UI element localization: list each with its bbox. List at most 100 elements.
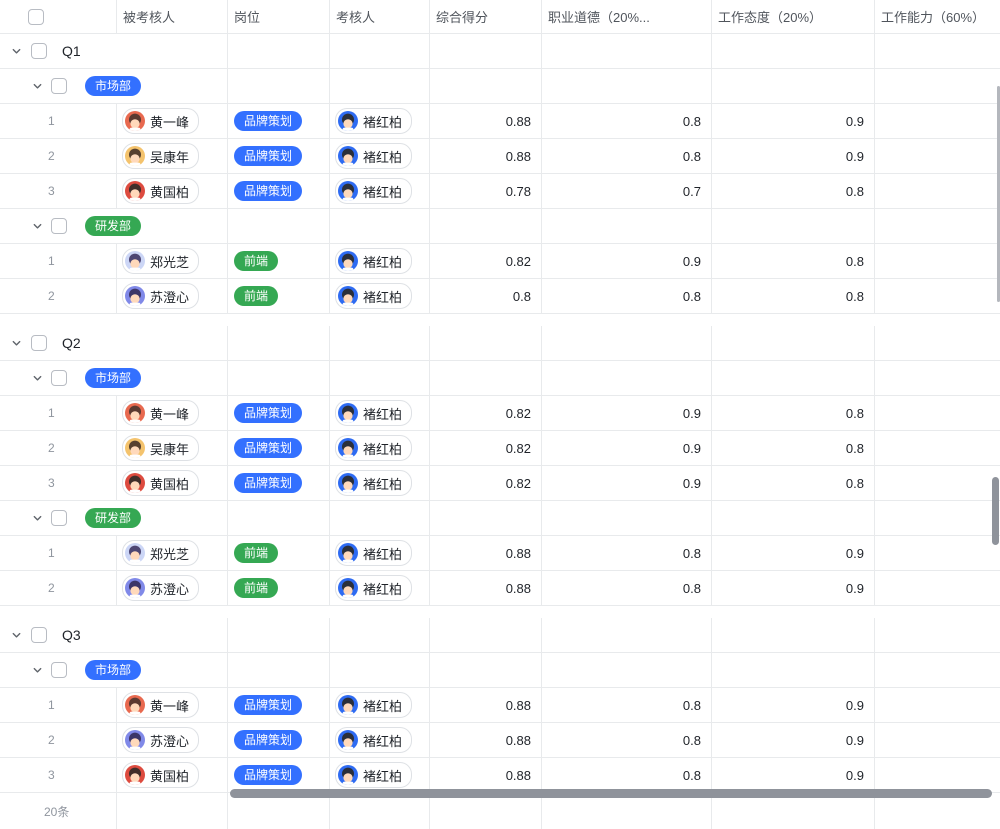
- subgroup-checkbox[interactable]: [51, 218, 67, 234]
- attitude-cell[interactable]: 0.8: [712, 466, 875, 500]
- person-cell[interactable]: 黄国柏: [117, 174, 228, 208]
- person-cell[interactable]: 黄国柏: [117, 758, 228, 792]
- ethics-cell[interactable]: 0.8: [542, 536, 712, 570]
- chevron-down-icon[interactable]: [10, 337, 22, 349]
- ethics-cell[interactable]: 0.8: [542, 688, 712, 722]
- position-cell[interactable]: 前端: [228, 571, 330, 605]
- score-cell[interactable]: 0.88: [430, 723, 542, 757]
- score-cell[interactable]: 0.88: [430, 758, 542, 792]
- ability-cell[interactable]: [875, 723, 1000, 757]
- row-index-cell[interactable]: 2: [0, 279, 117, 313]
- attitude-cell[interactable]: 0.9: [712, 104, 875, 138]
- score-cell[interactable]: 0.8: [430, 279, 542, 313]
- ethics-cell[interactable]: 0.8: [542, 104, 712, 138]
- assessor-cell[interactable]: 褚红柏: [330, 279, 430, 313]
- ability-cell[interactable]: [875, 139, 1000, 173]
- person-cell[interactable]: 苏澄心: [117, 571, 228, 605]
- ability-cell[interactable]: [875, 174, 1000, 208]
- column-header-person[interactable]: 被考核人: [117, 0, 228, 33]
- position-cell[interactable]: 前端: [228, 279, 330, 313]
- row-index-cell[interactable]: 2: [0, 723, 117, 757]
- ability-cell[interactable]: [875, 536, 1000, 570]
- ethics-cell[interactable]: 0.9: [542, 244, 712, 278]
- assessor-cell[interactable]: 褚红柏: [330, 104, 430, 138]
- assessor-cell[interactable]: 褚红柏: [330, 431, 430, 465]
- ethics-cell[interactable]: 0.9: [542, 431, 712, 465]
- position-cell[interactable]: 品牌策划: [228, 723, 330, 757]
- attitude-cell[interactable]: 0.9: [712, 723, 875, 757]
- score-cell[interactable]: 0.82: [430, 466, 542, 500]
- attitude-cell[interactable]: 0.8: [712, 174, 875, 208]
- score-cell[interactable]: 0.82: [430, 431, 542, 465]
- person-cell[interactable]: 黄一峰: [117, 396, 228, 430]
- attitude-cell[interactable]: 0.9: [712, 758, 875, 792]
- person-cell[interactable]: 吴康年: [117, 431, 228, 465]
- chevron-down-icon[interactable]: [31, 664, 43, 676]
- ethics-cell[interactable]: 0.8: [542, 571, 712, 605]
- vertical-scrollbar-thumb[interactable]: [992, 477, 999, 545]
- attitude-cell[interactable]: 0.8: [712, 431, 875, 465]
- chevron-down-icon[interactable]: [31, 512, 43, 524]
- column-header-ethics[interactable]: 职业道德（20%...: [542, 0, 712, 33]
- position-cell[interactable]: 前端: [228, 244, 330, 278]
- person-cell[interactable]: 吴康年: [117, 139, 228, 173]
- ability-cell[interactable]: [875, 279, 1000, 313]
- assessor-cell[interactable]: 褚红柏: [330, 396, 430, 430]
- person-cell[interactable]: 郑光芝: [117, 536, 228, 570]
- attitude-cell[interactable]: 0.8: [712, 244, 875, 278]
- attitude-cell[interactable]: 0.8: [712, 279, 875, 313]
- chevron-down-icon[interactable]: [10, 45, 22, 57]
- subgroup-checkbox[interactable]: [51, 370, 67, 386]
- ethics-cell[interactable]: 0.8: [542, 279, 712, 313]
- person-cell[interactable]: 郑光芝: [117, 244, 228, 278]
- assessor-cell[interactable]: 褚红柏: [330, 466, 430, 500]
- row-index-cell[interactable]: 1: [0, 104, 117, 138]
- ethics-cell[interactable]: 0.7: [542, 174, 712, 208]
- ability-cell[interactable]: [875, 758, 1000, 792]
- position-cell[interactable]: 品牌策划: [228, 139, 330, 173]
- assessor-cell[interactable]: 褚红柏: [330, 571, 430, 605]
- column-header-assessor[interactable]: 考核人: [330, 0, 430, 33]
- chevron-down-icon[interactable]: [31, 372, 43, 384]
- position-cell[interactable]: 品牌策划: [228, 174, 330, 208]
- ethics-cell[interactable]: 0.9: [542, 466, 712, 500]
- assessor-cell[interactable]: 褚红柏: [330, 758, 430, 792]
- assessor-cell[interactable]: 褚红柏: [330, 174, 430, 208]
- row-index-cell[interactable]: 2: [0, 571, 117, 605]
- subgroup-checkbox[interactable]: [51, 78, 67, 94]
- chevron-down-icon[interactable]: [31, 80, 43, 92]
- position-cell[interactable]: 前端: [228, 536, 330, 570]
- person-cell[interactable]: 黄一峰: [117, 104, 228, 138]
- score-cell[interactable]: 0.88: [430, 688, 542, 722]
- ability-cell[interactable]: [875, 431, 1000, 465]
- score-cell[interactable]: 0.78: [430, 174, 542, 208]
- ability-cell[interactable]: [875, 104, 1000, 138]
- column-header-attitude[interactable]: 工作态度（20%）: [712, 0, 875, 33]
- person-cell[interactable]: 黄一峰: [117, 688, 228, 722]
- score-cell[interactable]: 0.88: [430, 139, 542, 173]
- subgroup-checkbox[interactable]: [51, 510, 67, 526]
- attitude-cell[interactable]: 0.9: [712, 688, 875, 722]
- person-cell[interactable]: 苏澄心: [117, 279, 228, 313]
- row-index-cell[interactable]: 2: [0, 139, 117, 173]
- ethics-cell[interactable]: 0.8: [542, 758, 712, 792]
- position-cell[interactable]: 品牌策划: [228, 758, 330, 792]
- group-checkbox[interactable]: [31, 627, 47, 643]
- ethics-cell[interactable]: 0.8: [542, 139, 712, 173]
- position-cell[interactable]: 品牌策划: [228, 104, 330, 138]
- score-cell[interactable]: 0.88: [430, 536, 542, 570]
- attitude-cell[interactable]: 0.9: [712, 536, 875, 570]
- position-cell[interactable]: 品牌策划: [228, 396, 330, 430]
- score-cell[interactable]: 0.88: [430, 104, 542, 138]
- assessor-cell[interactable]: 褚红柏: [330, 688, 430, 722]
- row-index-cell[interactable]: 3: [0, 174, 117, 208]
- column-header-position[interactable]: 岗位: [228, 0, 330, 33]
- ethics-cell[interactable]: 0.9: [542, 396, 712, 430]
- assessor-cell[interactable]: 褚红柏: [330, 244, 430, 278]
- attitude-cell[interactable]: 0.9: [712, 139, 875, 173]
- assessor-cell[interactable]: 褚红柏: [330, 139, 430, 173]
- ethics-cell[interactable]: 0.8: [542, 723, 712, 757]
- ability-cell[interactable]: [875, 688, 1000, 722]
- ability-cell[interactable]: [875, 244, 1000, 278]
- row-index-cell[interactable]: 3: [0, 758, 117, 792]
